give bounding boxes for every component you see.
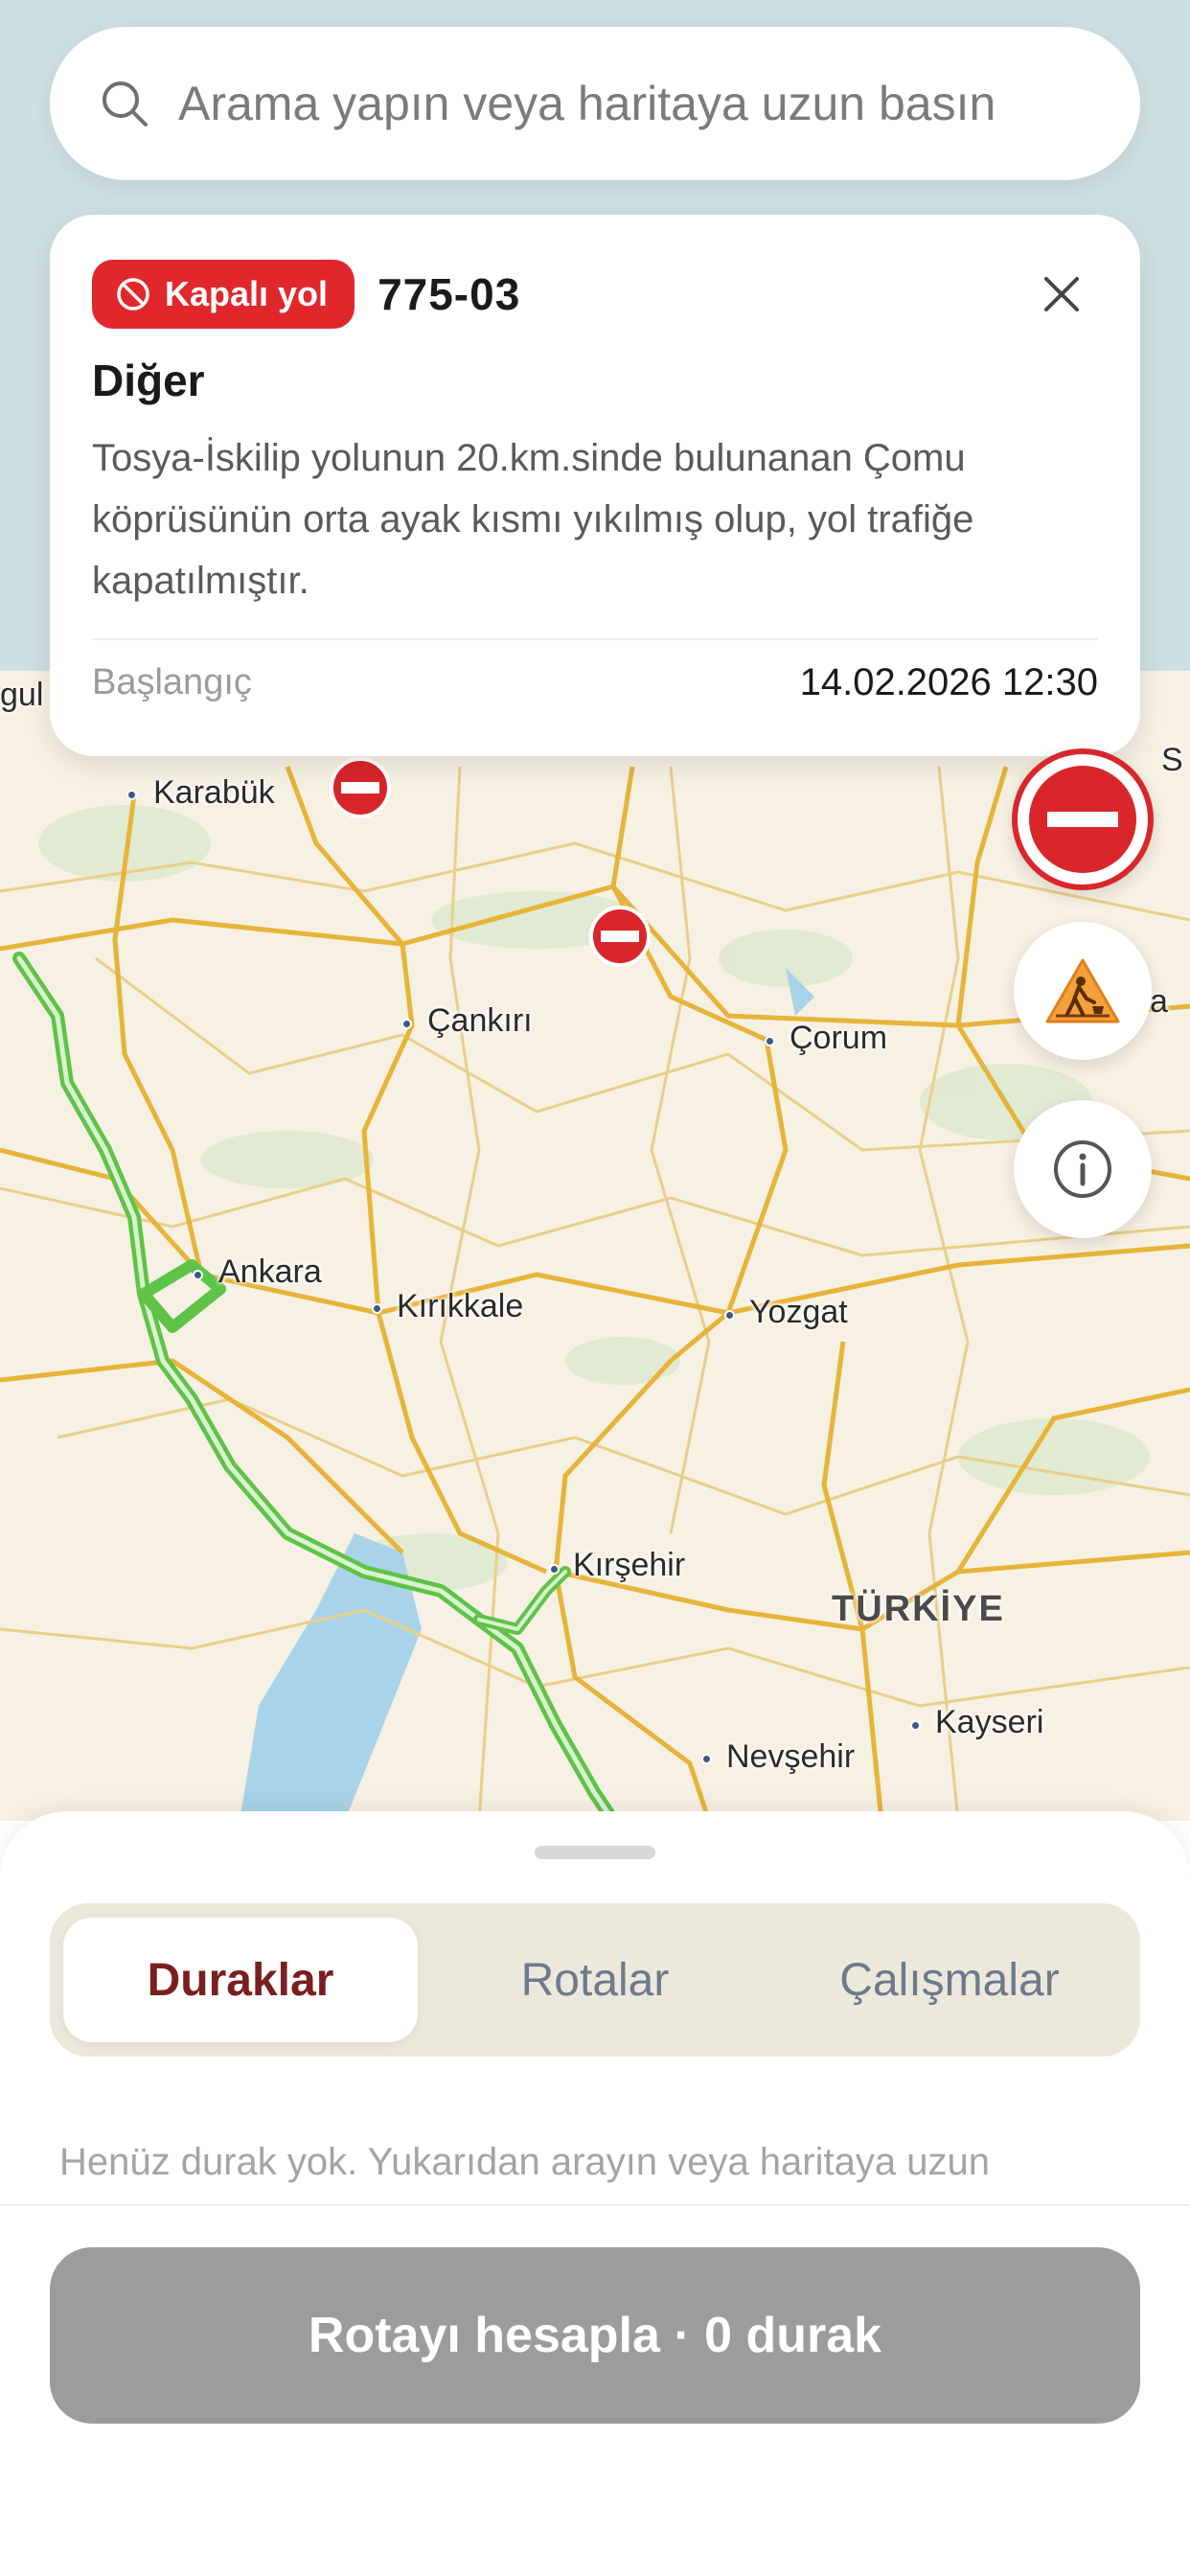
city-dot	[910, 1720, 921, 1731]
country-label: TÜRKİYE	[832, 1589, 1005, 1629]
start-value: 14.02.2026 12:30	[799, 661, 1098, 703]
close-button[interactable]	[1033, 265, 1090, 323]
incident-description: Tosya-İskilip yolunun 20.km.sinde buluna…	[92, 437, 974, 602]
city-label-edge-east: S	[1161, 742, 1183, 778]
city-dot	[401, 1019, 412, 1029]
roadwork-icon	[1045, 958, 1120, 1024]
incident-card: Kapalı yol 775-03 Diğer Tosya-İskilip yo…	[50, 215, 1140, 756]
city-label-ankara[interactable]: Ankara	[218, 1254, 322, 1291]
sheet-drag-handle[interactable]	[535, 1846, 655, 1859]
close-icon	[1044, 277, 1079, 311]
city-label-edge-west: gul	[0, 677, 44, 713]
city-label-nevsehir[interactable]: Nevşehir	[726, 1738, 855, 1776]
info-button[interactable]	[1014, 1100, 1152, 1238]
status-badge: Kapalı yol	[92, 260, 355, 329]
tab-bar: Duraklar Rotalar Çalışmalar	[50, 1903, 1140, 2057]
tab-rotalar[interactable]: Rotalar	[418, 1918, 772, 2042]
road-code: 775-03	[378, 269, 521, 319]
city-dot	[765, 1036, 775, 1046]
city-dot	[549, 1564, 560, 1575]
search-input[interactable]: Arama yapın veya haritaya uzun basın	[178, 76, 995, 131]
city-dot	[724, 1310, 735, 1321]
search-bar[interactable]: Arama yapın veya haritaya uzun basın	[50, 27, 1140, 180]
city-label-corum[interactable]: Çorum	[790, 1020, 887, 1057]
city-dot	[372, 1303, 382, 1314]
city-dot	[126, 790, 137, 800]
status-badge-label: Kapalı yol	[165, 274, 329, 313]
city-label-cankiri[interactable]: Çankırı	[427, 1002, 533, 1040]
info-icon	[1054, 1140, 1111, 1198]
search-icon	[103, 81, 148, 126]
closed-roads-toggle[interactable]	[1012, 748, 1154, 890]
city-label-kirsehir[interactable]: Kırşehir	[573, 1547, 685, 1584]
start-label: Başlangıç	[92, 662, 252, 702]
tab-calismalar[interactable]: Çalışmalar	[772, 1918, 1127, 2042]
city-label-karabuk[interactable]: Karabük	[153, 774, 275, 812]
empty-stops-message: Henüz durak yok. Yukarıdan arayın veya h…	[59, 2141, 990, 2183]
closure-marker[interactable]	[332, 760, 389, 817]
no-entry-icon	[1029, 766, 1136, 873]
no-entry-icon	[117, 278, 149, 310]
bottom-sheet: Duraklar Rotalar Çalışmalar Henüz durak …	[0, 1811, 1190, 2576]
city-dot	[701, 1754, 712, 1764]
incident-title: Diğer	[92, 356, 205, 405]
city-dot	[193, 1270, 203, 1280]
sheet-divider	[0, 2204, 1190, 2206]
card-divider	[92, 638, 1098, 640]
calculate-route-button[interactable]: Rotayı hesapla · 0 durak	[50, 2247, 1140, 2424]
tab-duraklar[interactable]: Duraklar	[63, 1918, 418, 2042]
city-label-edge-east-2: a	[1150, 983, 1168, 1020]
city-label-kirikkale[interactable]: Kırıkkale	[397, 1288, 523, 1325]
roadwork-toggle[interactable]	[1014, 922, 1152, 1060]
city-label-kayseri[interactable]: Kayseri	[935, 1704, 1043, 1741]
city-label-yozgat[interactable]: Yozgat	[749, 1294, 848, 1331]
